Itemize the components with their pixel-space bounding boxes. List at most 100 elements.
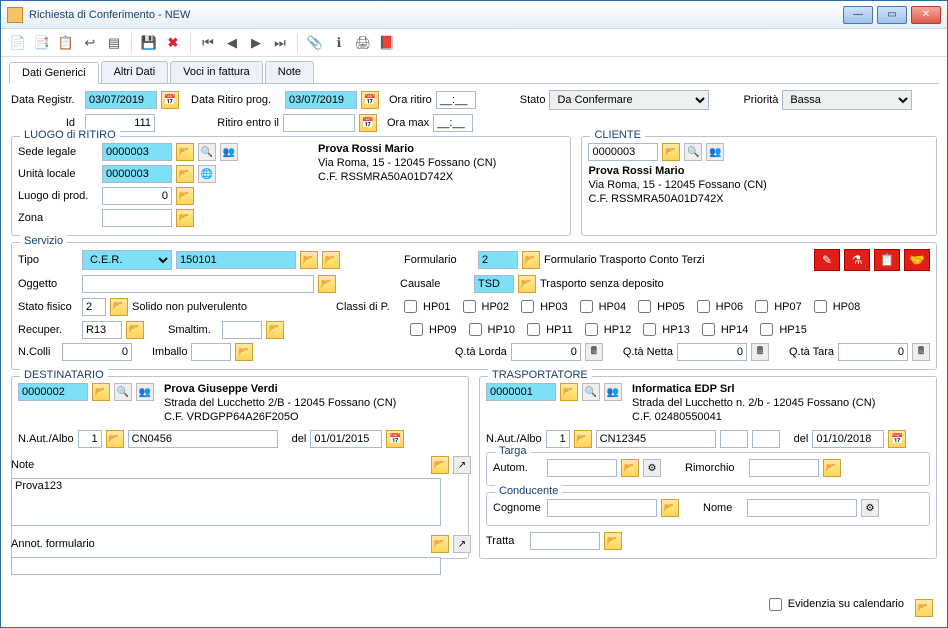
nome-input[interactable]: [747, 499, 857, 517]
dest-naut-code-input[interactable]: [128, 430, 278, 448]
hp-checkbox-hp08[interactable]: HP08: [810, 297, 861, 316]
open-icon[interactable]: 📂: [604, 532, 622, 550]
hp-check-input[interactable]: [760, 323, 773, 336]
hp-checkbox-hp11[interactable]: HP11: [523, 320, 573, 339]
open-icon[interactable]: 📂: [300, 251, 318, 269]
hp-check-input[interactable]: [755, 300, 768, 313]
qlorda-input[interactable]: [511, 343, 581, 361]
search-icon[interactable]: 🔍: [684, 143, 702, 161]
maximize-button[interactable]: ▭: [877, 6, 907, 24]
tab-dati-generici[interactable]: Dati Generici: [9, 62, 99, 84]
open-icon[interactable]: 📂: [621, 459, 639, 477]
action-red-2[interactable]: ⚗: [844, 249, 870, 271]
open-icon[interactable]: 📂: [176, 187, 194, 205]
tab-altri-dati[interactable]: Altri Dati: [101, 61, 169, 83]
paste-icon[interactable]: 📋: [57, 34, 75, 52]
open-icon[interactable]: 📂: [110, 298, 128, 316]
hp-check-input[interactable]: [638, 300, 651, 313]
search-icon[interactable]: 🔍: [114, 383, 132, 401]
open-icon[interactable]: 📂: [431, 535, 449, 553]
hp-check-input[interactable]: [814, 300, 827, 313]
open-icon[interactable]: 📂: [431, 456, 449, 474]
open-icon[interactable]: 📂: [126, 321, 144, 339]
open-icon[interactable]: 📂: [574, 430, 592, 448]
ritiro-entro-input[interactable]: [283, 114, 355, 132]
hp-checkbox-hp10[interactable]: HP10: [465, 320, 516, 339]
luogo-prod-input[interactable]: [102, 187, 172, 205]
data-registr-input[interactable]: [85, 91, 157, 109]
unita-locale-input[interactable]: [102, 165, 172, 183]
print-icon[interactable]: 🖨: [354, 34, 372, 52]
search-icon[interactable]: 🔍: [198, 143, 216, 161]
stato-fisico-input[interactable]: [82, 298, 106, 316]
calc-icon[interactable]: 🖩: [751, 343, 769, 361]
autom-input[interactable]: [547, 459, 617, 477]
calendar-icon[interactable]: 📅: [161, 91, 179, 109]
trasp-extra1-input[interactable]: [720, 430, 748, 448]
hp-check-input[interactable]: [463, 300, 476, 313]
copy-icon[interactable]: 📑: [33, 34, 51, 52]
trasp-code-input[interactable]: [486, 383, 556, 401]
hp-check-input[interactable]: [643, 323, 656, 336]
last-icon[interactable]: ⏭: [271, 34, 289, 52]
cer-input[interactable]: [176, 251, 296, 269]
open-icon[interactable]: 📂: [106, 430, 124, 448]
next-icon[interactable]: ▶: [247, 34, 265, 52]
tab-voci-fattura[interactable]: Voci in fattura: [170, 61, 263, 83]
hp-check-input[interactable]: [521, 300, 534, 313]
open-icon[interactable]: 📂: [176, 165, 194, 183]
hp-check-input[interactable]: [697, 300, 710, 313]
users-icon[interactable]: 👥: [220, 143, 238, 161]
open-icon[interactable]: 📂: [823, 459, 841, 477]
delete-icon[interactable]: ✖: [164, 34, 182, 52]
open-icon[interactable]: 📂: [318, 275, 336, 293]
dest-del-input[interactable]: [310, 430, 382, 448]
qnetta-input[interactable]: [677, 343, 747, 361]
action-red-3[interactable]: 📋: [874, 249, 900, 271]
users-icon[interactable]: 👥: [136, 383, 154, 401]
evidenzia-check-input[interactable]: [769, 598, 782, 611]
open-icon[interactable]: 📂: [560, 383, 578, 401]
ora-ritiro-input[interactable]: [436, 91, 476, 109]
hp-checkbox-hp02[interactable]: HP02: [459, 297, 510, 316]
trasp-naut-code-input[interactable]: [596, 430, 716, 448]
hp-check-input[interactable]: [469, 323, 482, 336]
users-icon[interactable]: 👥: [706, 143, 724, 161]
ncolli-input[interactable]: [62, 343, 132, 361]
search-icon[interactable]: 🔍: [582, 383, 600, 401]
note-textarea[interactable]: Prova123: [11, 478, 441, 526]
hp-check-input[interactable]: [702, 323, 715, 336]
formulario-input[interactable]: [478, 251, 518, 269]
evidenzia-checkbox[interactable]: Evidenzia su calendario: [765, 595, 904, 614]
close-button[interactable]: ✕: [911, 6, 941, 24]
hp-check-input[interactable]: [585, 323, 598, 336]
open-icon[interactable]: 📂: [662, 143, 680, 161]
open-icon[interactable]: 📂: [661, 499, 679, 517]
users-icon[interactable]: 👥: [604, 383, 622, 401]
trasp-naut-n-input[interactable]: [546, 430, 570, 448]
minimize-button[interactable]: —: [843, 6, 873, 24]
open-icon[interactable]: 📂: [92, 383, 110, 401]
tab-note[interactable]: Note: [265, 61, 314, 83]
hp-checkbox-hp14[interactable]: HP14: [698, 320, 749, 339]
rimorchio-input[interactable]: [749, 459, 819, 477]
hp-checkbox-hp05[interactable]: HP05: [634, 297, 685, 316]
hp-checkbox-hp13[interactable]: HP13: [639, 320, 690, 339]
hp-checkbox-hp04[interactable]: HP04: [576, 297, 627, 316]
hp-check-input[interactable]: [580, 300, 593, 313]
hp-check-input[interactable]: [527, 323, 540, 336]
hp-check-input[interactable]: [404, 300, 417, 313]
causale-input[interactable]: [474, 275, 514, 293]
first-icon[interactable]: ⏮: [199, 34, 217, 52]
save-icon[interactable]: 💾: [140, 34, 158, 52]
open-icon[interactable]: 📂: [266, 321, 284, 339]
hp-checkbox-hp06[interactable]: HP06: [693, 297, 744, 316]
trasp-extra2-input[interactable]: [752, 430, 780, 448]
qtara-input[interactable]: [838, 343, 908, 361]
calendar-icon[interactable]: 📅: [386, 430, 404, 448]
open-icon[interactable]: 📂: [235, 343, 253, 361]
dest-code-input[interactable]: [18, 383, 88, 401]
prev-icon[interactable]: ◀: [223, 34, 241, 52]
calendar-icon[interactable]: 📅: [888, 430, 906, 448]
open-icon[interactable]: 📂: [176, 209, 194, 227]
